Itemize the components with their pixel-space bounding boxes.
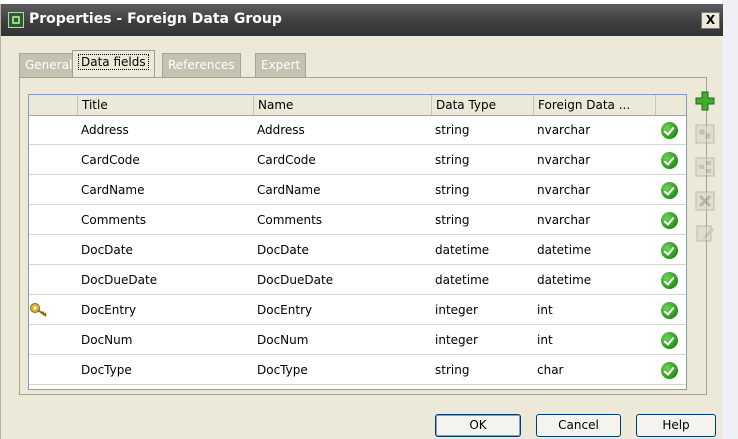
add-icon <box>695 91 715 111</box>
table-row[interactable]: CardCode CardCode string nvarchar <box>29 146 686 175</box>
app-icon <box>8 12 24 28</box>
table-row[interactable]: CardName CardName string nvarchar <box>29 176 686 205</box>
tab-label: Data fields <box>78 54 149 70</box>
column-header-data-type[interactable]: Data Type <box>431 95 533 115</box>
data-fields-grid[interactable]: Title Name Data Type Foreign Data ... Ad… <box>28 94 687 390</box>
hierarchy-button[interactable] <box>694 156 716 178</box>
valid-check-icon <box>661 332 678 349</box>
cell-title[interactable]: DocEntry <box>81 303 136 317</box>
cell-title[interactable]: DocDueDate <box>81 273 157 287</box>
add-field-button[interactable] <box>694 90 716 112</box>
cell-data-type[interactable]: string <box>435 213 469 227</box>
table-row[interactable]: Comments Comments string nvarchar <box>29 206 686 235</box>
tab-label: References <box>168 58 235 72</box>
desktop-background <box>722 0 738 439</box>
link-field-button[interactable] <box>694 123 716 145</box>
tab-label: General <box>25 58 73 72</box>
cell-foreign[interactable]: nvarchar <box>537 213 590 227</box>
title-bar[interactable]: Properties - Foreign Data Group X <box>1 4 723 36</box>
cell-title[interactable]: DocNum <box>81 333 132 347</box>
table-row[interactable]: Address Address string nvarchar <box>29 116 686 145</box>
cell-foreign[interactable]: char <box>537 363 564 377</box>
cell-foreign[interactable]: nvarchar <box>537 123 590 137</box>
cell-title[interactable]: CardName <box>81 183 144 197</box>
cell-name[interactable]: DocEntry <box>257 303 312 317</box>
cell-name[interactable]: Address <box>257 123 305 137</box>
properties-dialog: Properties - Foreign Data Group X Genera… <box>0 4 723 439</box>
cell-data-type[interactable]: string <box>435 123 469 137</box>
cell-data-type[interactable]: integer <box>435 333 478 347</box>
cell-name[interactable]: Comments <box>257 213 322 227</box>
cell-title[interactable]: Comments <box>81 213 146 227</box>
cell-title[interactable]: DocDate <box>81 243 133 257</box>
hierarchy-icon <box>695 157 715 177</box>
cell-foreign[interactable]: int <box>537 333 553 347</box>
cell-name[interactable]: CardCode <box>257 153 316 167</box>
cell-name[interactable]: DocDueDate <box>257 273 333 287</box>
cell-foreign[interactable]: int <box>537 303 553 317</box>
table-row[interactable]: DocNum DocNum integer int <box>29 326 686 355</box>
cell-title[interactable]: Address <box>81 123 129 137</box>
help-button[interactable]: Help <box>636 414 716 437</box>
delete-icon <box>695 191 715 211</box>
cell-data-type[interactable]: datetime <box>435 243 489 257</box>
primary-key-icon <box>30 303 47 317</box>
table-row[interactable]: DocEntry DocEntry integer int <box>29 296 686 325</box>
cell-foreign[interactable]: nvarchar <box>537 183 590 197</box>
ok-button[interactable]: OK <box>435 414 521 437</box>
cell-name[interactable]: DocDate <box>257 243 309 257</box>
tab-expert[interactable]: Expert <box>255 53 307 77</box>
valid-check-icon <box>661 212 678 229</box>
valid-check-icon <box>661 272 678 289</box>
valid-check-icon <box>661 182 678 199</box>
edit-icon <box>696 225 714 242</box>
table-row[interactable]: DocDate DocDate datetime datetime <box>29 236 686 265</box>
close-button[interactable]: X <box>701 12 720 29</box>
tab-label: Expert <box>261 58 301 72</box>
cell-title[interactable]: DocType <box>81 363 132 377</box>
delete-field-button[interactable] <box>694 190 716 212</box>
column-header-foreign-data[interactable]: Foreign Data ... <box>533 95 655 115</box>
cell-data-type[interactable]: datetime <box>435 273 489 287</box>
valid-check-icon <box>661 122 678 139</box>
column-header-name[interactable]: Name <box>253 95 431 115</box>
valid-check-icon <box>661 242 678 259</box>
cell-name[interactable]: DocType <box>257 363 308 377</box>
column-header-status <box>655 95 686 115</box>
cell-name[interactable]: CardName <box>257 183 320 197</box>
cell-foreign[interactable]: datetime <box>537 273 591 287</box>
valid-check-icon <box>661 152 678 169</box>
valid-check-icon <box>661 302 678 319</box>
cell-data-type[interactable]: string <box>435 363 469 377</box>
column-header-title[interactable]: Title <box>77 95 253 115</box>
tab-references[interactable]: References <box>162 53 241 77</box>
row-header-column <box>29 95 77 115</box>
link-icon <box>695 124 715 144</box>
cell-name[interactable]: DocNum <box>257 333 308 347</box>
cell-data-type[interactable]: integer <box>435 303 478 317</box>
edit-field-button[interactable] <box>694 222 716 244</box>
cell-data-type[interactable]: string <box>435 153 469 167</box>
cell-data-type[interactable]: string <box>435 183 469 197</box>
tab-general[interactable]: General <box>19 53 79 77</box>
cell-title[interactable]: CardCode <box>81 153 140 167</box>
valid-check-icon <box>661 362 678 379</box>
window-title: Properties - Foreign Data Group <box>29 11 282 27</box>
tab-data-fields[interactable]: Data fields <box>72 50 155 77</box>
table-row[interactable]: DocDueDate DocDueDate datetime datetime <box>29 266 686 295</box>
grid-header: Title Name Data Type Foreign Data ... <box>29 95 686 116</box>
cell-foreign[interactable]: datetime <box>537 243 591 257</box>
cancel-button[interactable]: Cancel <box>536 414 621 437</box>
cell-foreign[interactable]: nvarchar <box>537 153 590 167</box>
table-row[interactable]: DocType DocType string char <box>29 356 686 385</box>
